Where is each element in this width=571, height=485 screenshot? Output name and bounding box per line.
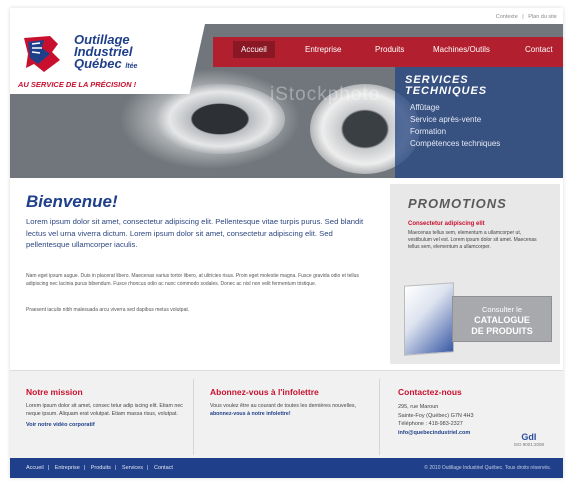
contact-phone: Téléphone : 418-983-2327 xyxy=(398,421,463,427)
watermark: iStockphoto xyxy=(270,84,381,105)
logo-suffix: ltée xyxy=(125,63,138,70)
top-link-separator: | xyxy=(522,14,524,20)
nav-item-produits[interactable]: Produits xyxy=(375,45,404,54)
contact-box: Contactez-nous 295, rue Maroun Sainte-Fo… xyxy=(388,379,560,455)
footer-separator: | xyxy=(83,465,86,471)
footer-link-accueil[interactable]: Accueil xyxy=(26,465,44,471)
catalog-button-line-1: Consulter le xyxy=(481,305,523,314)
newsletter-text-start: Vous voulez être au courant de toutes le… xyxy=(210,403,357,409)
top-links: Contexte | Plan du site xyxy=(493,14,557,20)
contact-title: Contactez-nous xyxy=(398,387,462,397)
services-item-apres-vente[interactable]: Service après-vente xyxy=(410,114,553,126)
welcome-title: Bienvenue! xyxy=(26,192,118,211)
contact-address-1: 295, rue Maroun xyxy=(398,404,439,410)
certification-badge: GdI ISO 9001:2008 xyxy=(514,432,544,447)
catalog-button-line-2: CATALOGUE xyxy=(474,315,530,325)
footer-link-contact[interactable]: Contact xyxy=(154,465,173,471)
mission-text: Lorem ipsum dolor sit amet, consec tetur… xyxy=(26,403,183,417)
header: iStockphoto Outillage Industriel Québec … xyxy=(10,24,563,178)
footer: Accueil | Entreprise | Produits | Services |… xyxy=(10,458,563,478)
catalog-cover-image[interactable] xyxy=(404,282,454,356)
promotions-text: Maecenas tellus sem, elementum a ullamco… xyxy=(408,230,537,250)
services-item-competences[interactable]: Compétences techniques xyxy=(410,138,553,150)
newsletter-box: Abonnez-vous à l'infolettre Vous voulez … xyxy=(200,379,380,455)
logo[interactable]: Outillage Industriel Québec ltée AU SERV… xyxy=(10,24,205,94)
nav-item-accueil[interactable]: Accueil xyxy=(233,41,275,58)
info-boxes: Notre mission Lorem ipsum dolor sit amet… xyxy=(10,370,563,458)
welcome-paragraph: Praesent iaculis nibh malesuada arcu viv… xyxy=(26,307,190,313)
logo-text: Outillage Industriel Québec ltée xyxy=(74,33,202,73)
footer-link-services[interactable]: Services xyxy=(122,465,143,471)
mission-box: Notre mission Lorem ipsum dolor sit amet… xyxy=(16,379,194,455)
footer-separator: | xyxy=(47,465,50,471)
catalog-button[interactable]: Consulter le CATALOGUE DE PRODUITS xyxy=(452,296,552,342)
services-title-line-2: TECHNIQUES xyxy=(405,85,488,97)
footer-link-produits[interactable]: Produits xyxy=(91,465,111,471)
welcome-lead: Lorem ipsum dolor sit amet, consectetur … xyxy=(26,217,364,249)
main-content: Bienvenue! Lorem ipsum dolor sit amet, c… xyxy=(10,178,563,368)
top-link-contexte[interactable]: Contexte xyxy=(496,14,518,20)
hex-nut-image xyxy=(155,84,285,154)
logo-line-3: Québec ltée xyxy=(74,56,138,71)
mission-video-link[interactable]: Voir notre vidéo corporatif xyxy=(26,422,183,428)
promotions-panel: PROMOTIONS Consectetur adipiscing elit M… xyxy=(390,184,560,364)
welcome-paragraph: Nam eget ipsum augue. Duis in placerat l… xyxy=(26,273,359,287)
mission-title: Notre mission xyxy=(26,387,83,397)
newsletter-text: Vous voulez être au courant de toutes le… xyxy=(210,403,369,418)
quebec-map-logo-icon xyxy=(24,36,60,72)
footer-separator: | xyxy=(147,465,149,471)
services-item-formation[interactable]: Formation xyxy=(410,126,553,138)
footer-separator: | xyxy=(114,465,117,471)
main-nav: Accueil Entreprise Produits Machines/Out… xyxy=(213,37,563,67)
catalog-button-line-3: DE PRODUITS xyxy=(471,326,533,336)
nav-item-machines-outils[interactable]: Machines/Outils xyxy=(433,45,490,54)
gdi-logo-icon: GdI xyxy=(521,432,537,442)
footer-links: Accueil | Entreprise | Produits | Services |… xyxy=(26,465,177,471)
promotions-title: PROMOTIONS xyxy=(408,196,507,211)
nav-item-entreprise[interactable]: Entreprise xyxy=(305,45,341,54)
top-link-sitemap[interactable]: Plan du site xyxy=(528,14,557,20)
promotions-subtitle[interactable]: Consectetur adipiscing elit xyxy=(408,221,485,227)
contact-address-2: Sainte-Foy (Québec) G7N 4H3 xyxy=(398,412,474,419)
nav-item-contact[interactable]: Contact xyxy=(525,45,553,54)
newsletter-title: Abonnez-vous à l'infolettre xyxy=(210,387,319,397)
certification-label: ISO 9001:2008 xyxy=(513,442,544,447)
page: Contexte | Plan du site iStockphoto Outi… xyxy=(10,8,563,478)
services-panel: SERVICES TECHNIQUES Affûtage Service apr… xyxy=(395,67,563,178)
footer-link-entreprise[interactable]: Entreprise xyxy=(55,465,80,471)
footer-copyright: © 2010 Outillage Industriel Québec. Tous… xyxy=(424,465,551,471)
newsletter-subscribe-link[interactable]: abonnez-vous à notre infolettre! xyxy=(210,411,291,417)
services-item-affutage[interactable]: Affûtage xyxy=(410,102,553,114)
logo-tagline: AU SERVICE DE LA PRÉCISION ! xyxy=(18,80,137,89)
